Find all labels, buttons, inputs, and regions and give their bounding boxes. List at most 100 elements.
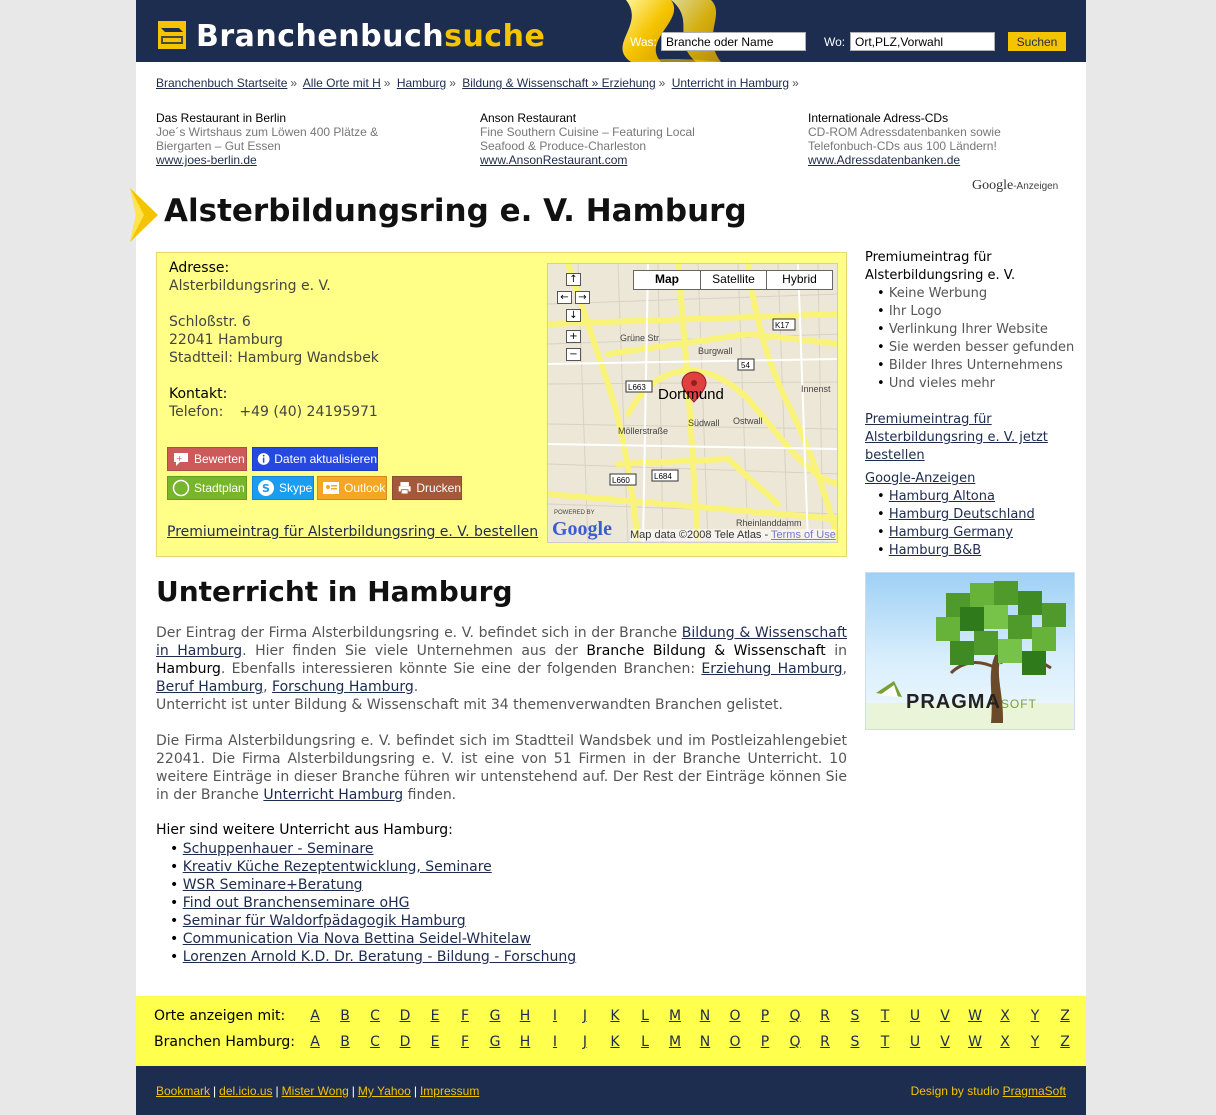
orte-letter-link[interactable]: N — [690, 1008, 720, 1024]
breadcrumb-home[interactable]: Branchenbuch Startseite — [156, 76, 287, 90]
related-category-link[interactable]: Beruf Hamburg — [156, 679, 263, 695]
branchen-letter-link[interactable]: M — [660, 1034, 690, 1050]
listing-link[interactable]: Schuppenhauer - Seminare — [183, 841, 374, 857]
credit-link[interactable]: PragmaSoft — [1003, 1084, 1066, 1098]
pragmasoft-banner[interactable]: PRAGMASOFT — [865, 572, 1075, 730]
branchen-letter-link[interactable]: U — [900, 1034, 930, 1050]
branchen-letter-link[interactable]: E — [420, 1034, 450, 1050]
ad-link[interactable]: Hamburg Altona — [889, 489, 995, 504]
related-category-link[interactable]: Forschung Hamburg — [272, 679, 414, 695]
branchen-letter-link[interactable]: T — [870, 1034, 900, 1050]
branchen-letter-link[interactable]: I — [540, 1034, 570, 1050]
ad-link[interactable]: www.joes-berlin.de — [156, 153, 257, 167]
branchen-letter-link[interactable]: O — [720, 1034, 750, 1050]
pan-right-icon[interactable]: → — [575, 291, 590, 304]
google-map[interactable]: K17 54 L663 L660 L684 Grüne Str Burgwall… — [547, 263, 838, 543]
ad-link[interactable]: Hamburg Deutschland — [889, 507, 1035, 522]
orte-letter-link[interactable]: K — [600, 1008, 630, 1024]
ad-link[interactable]: Hamburg B&B — [889, 543, 981, 558]
was-input[interactable] — [661, 32, 806, 51]
orte-letter-link[interactable]: O — [720, 1008, 750, 1024]
breadcrumb-letter-h[interactable]: Alle Orte mit H — [303, 76, 381, 90]
premium-order-link[interactable]: Premiumeintrag für Alsterbildungsring e.… — [167, 524, 538, 540]
wo-input[interactable] — [850, 32, 995, 51]
orte-letter-link[interactable]: Z — [1050, 1008, 1080, 1024]
footer-link-mister-wong[interactable]: Mister Wong — [282, 1084, 349, 1098]
branchen-letter-link[interactable]: W — [960, 1034, 990, 1050]
listing-link[interactable]: Find out Branchenseminare oHG — [183, 895, 410, 911]
orte-letter-link[interactable]: W — [960, 1008, 990, 1024]
zoom-in-icon[interactable]: + — [566, 330, 581, 343]
branchen-letter-link[interactable]: F — [450, 1034, 480, 1050]
pan-down-icon[interactable]: ↓ — [566, 309, 581, 322]
search-button[interactable]: Suchen — [1008, 32, 1066, 51]
map-tab-satellite[interactable]: Satellite — [700, 271, 766, 289]
branchen-letter-link[interactable]: P — [750, 1034, 780, 1050]
branchen-letter-link[interactable]: S — [840, 1034, 870, 1050]
branchen-letter-link[interactable]: L — [630, 1034, 660, 1050]
category-link[interactable]: Unterricht Hamburg — [263, 787, 403, 803]
orte-letter-link[interactable]: L — [630, 1008, 660, 1024]
google-ads-label[interactable]: Google-Anzeigen — [972, 178, 1058, 194]
orte-letter-link[interactable]: B — [330, 1008, 360, 1024]
site-logo[interactable]: Branchenbuchsuche — [196, 19, 545, 54]
orte-letter-link[interactable]: C — [360, 1008, 390, 1024]
branchen-letter-link[interactable]: G — [480, 1034, 510, 1050]
pan-up-icon[interactable]: ↑ — [566, 273, 581, 286]
branchen-letter-link[interactable]: R — [810, 1034, 840, 1050]
orte-letter-link[interactable]: M — [660, 1008, 690, 1024]
listing-link[interactable]: Communication Via Nova Bettina Seidel-Wh… — [183, 931, 531, 947]
footer-link-bookmark[interactable]: Bookmark — [156, 1084, 210, 1098]
orte-letter-link[interactable]: P — [750, 1008, 780, 1024]
branchen-letter-link[interactable]: X — [990, 1034, 1020, 1050]
orte-letter-link[interactable]: H — [510, 1008, 540, 1024]
skype-button[interactable]: S Skype — [252, 476, 314, 500]
breadcrumb-category[interactable]: Bildung & Wissenschaft » Erziehung — [462, 76, 655, 90]
orte-letter-link[interactable]: J — [570, 1008, 600, 1024]
ad-link[interactable]: www.Adressdatenbanken.de — [808, 153, 960, 167]
branchen-letter-link[interactable]: V — [930, 1034, 960, 1050]
branchen-letter-link[interactable]: H — [510, 1034, 540, 1050]
related-category-link[interactable]: Erziehung Hamburg — [701, 661, 842, 677]
premium-order-sidebar-link[interactable]: Premiumeintrag für Alsterbildungsring e.… — [865, 411, 1075, 465]
outlook-button[interactable]: Outlook — [317, 476, 387, 500]
branchen-letter-link[interactable]: J — [570, 1034, 600, 1050]
map-canvas[interactable]: K17 54 L663 L660 L684 Grüne Str Burgwall… — [548, 264, 838, 543]
branchen-letter-link[interactable]: K — [600, 1034, 630, 1050]
listing-link[interactable]: Kreativ Küche Rezeptentwicklung, Seminar… — [183, 859, 492, 875]
branchen-letter-link[interactable]: B — [330, 1034, 360, 1050]
zoom-out-icon[interactable]: − — [566, 348, 581, 361]
map-tab-map[interactable]: Map — [634, 271, 700, 289]
orte-letter-link[interactable]: G — [480, 1008, 510, 1024]
branchen-letter-link[interactable]: N — [690, 1034, 720, 1050]
print-button[interactable]: Drucken — [392, 476, 462, 500]
orte-letter-link[interactable]: E — [420, 1008, 450, 1024]
pan-left-icon[interactable]: ← — [557, 291, 572, 304]
branchen-letter-link[interactable]: Q — [780, 1034, 810, 1050]
branchen-letter-link[interactable]: A — [300, 1034, 330, 1050]
orte-letter-link[interactable]: U — [900, 1008, 930, 1024]
footer-link-my-yahoo[interactable]: My Yahoo — [358, 1084, 411, 1098]
footer-link-delicious[interactable]: del.icio.us — [219, 1084, 272, 1098]
orte-letter-link[interactable]: V — [930, 1008, 960, 1024]
map-tab-hybrid[interactable]: Hybrid — [766, 271, 832, 289]
branchen-letter-link[interactable]: Y — [1020, 1034, 1050, 1050]
google-ads-title-link[interactable]: Google-Anzeigen — [865, 470, 975, 488]
orte-letter-link[interactable]: I — [540, 1008, 570, 1024]
ad-link[interactable]: www.AnsonRestaurant.com — [480, 153, 627, 167]
orte-letter-link[interactable]: D — [390, 1008, 420, 1024]
orte-letter-link[interactable]: X — [990, 1008, 1020, 1024]
orte-letter-link[interactable]: A — [300, 1008, 330, 1024]
footer-link-impressum[interactable]: Impressum — [420, 1084, 479, 1098]
orte-letter-link[interactable]: F — [450, 1008, 480, 1024]
orte-letter-link[interactable]: S — [840, 1008, 870, 1024]
ad-link[interactable]: Hamburg Germany — [889, 525, 1013, 540]
orte-letter-link[interactable]: R — [810, 1008, 840, 1024]
orte-letter-link[interactable]: T — [870, 1008, 900, 1024]
orte-letter-link[interactable]: Q — [780, 1008, 810, 1024]
orte-letter-link[interactable]: Y — [1020, 1008, 1050, 1024]
terms-of-use-link[interactable]: Terms of Use — [771, 529, 836, 541]
city-map-button[interactable]: Stadtplan — [167, 476, 247, 500]
rate-button[interactable]: + Bewerten — [167, 447, 247, 471]
branchen-letter-link[interactable]: D — [390, 1034, 420, 1050]
